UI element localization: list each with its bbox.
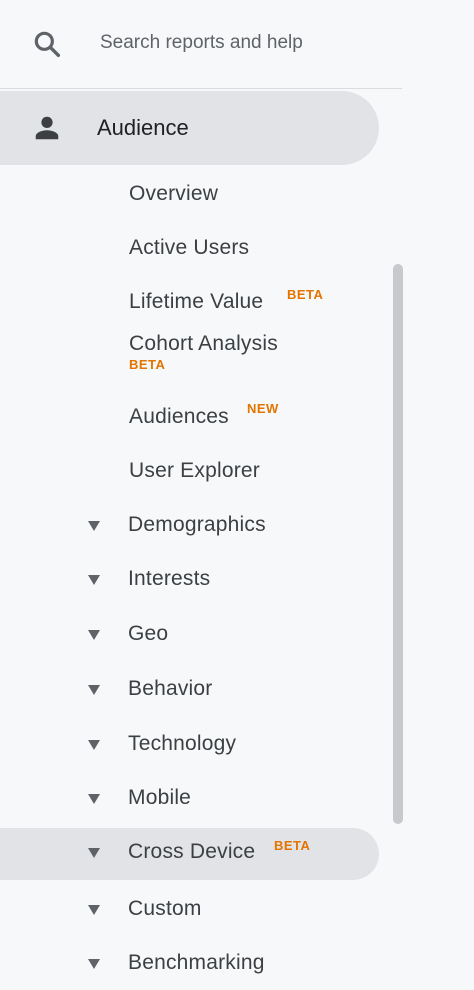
caret-down-icon bbox=[88, 685, 100, 695]
beta-badge: BETA bbox=[129, 357, 166, 372]
nav-group-label: Demographics bbox=[128, 513, 266, 536]
nav-group-custom[interactable]: Custom bbox=[0, 885, 379, 937]
search-icon[interactable] bbox=[31, 28, 63, 60]
nav-group-geo[interactable]: Geo bbox=[0, 610, 379, 662]
caret-down-icon bbox=[88, 740, 100, 750]
nav-item-audiences[interactable]: Audiences bbox=[129, 405, 229, 429]
caret-down-icon bbox=[88, 794, 100, 804]
nav-group-mobile[interactable]: Mobile bbox=[0, 774, 379, 826]
nav-group-label: Cross Device bbox=[128, 840, 256, 863]
nav-item-label: Audiences bbox=[129, 405, 229, 428]
nav-item-label: User Explorer bbox=[129, 459, 260, 482]
beta-badge: BETA bbox=[274, 838, 311, 853]
caret-down-icon bbox=[88, 575, 100, 585]
person-icon bbox=[35, 116, 59, 140]
nav-item-label: Lifetime Value bbox=[129, 290, 264, 313]
nav-group-benchmarking[interactable]: Benchmarking bbox=[0, 939, 379, 990]
nav-group-behavior[interactable]: Behavior bbox=[0, 665, 379, 717]
nav-panel: Audience Overview Active Users Lifetime … bbox=[0, 0, 474, 990]
nav-section-label: Audience bbox=[97, 115, 189, 140]
beta-badge: BETA bbox=[287, 287, 324, 302]
nav-item-user-explorer[interactable]: User Explorer bbox=[129, 459, 260, 483]
caret-down-icon bbox=[88, 848, 100, 858]
nav-item-cohort-analysis[interactable]: Cohort Analysis bbox=[129, 332, 278, 356]
nav-item-label: Active Users bbox=[129, 236, 250, 259]
nav-group-label: Benchmarking bbox=[128, 951, 265, 974]
nav-item-lifetime-value[interactable]: Lifetime Value bbox=[129, 290, 263, 314]
nav-group-label: Mobile bbox=[128, 786, 192, 809]
nav-group-demographics[interactable]: Demographics bbox=[0, 501, 379, 553]
search-input[interactable] bbox=[100, 26, 390, 60]
nav-group-interests[interactable]: Interests bbox=[0, 555, 379, 607]
nav-item-overview[interactable]: Overview bbox=[129, 182, 218, 206]
nav-item-active-users[interactable]: Active Users bbox=[129, 236, 249, 260]
caret-down-icon bbox=[88, 905, 100, 915]
nav-group-cross-device[interactable]: Cross Device BETA bbox=[0, 828, 379, 880]
nav-group-label: Interests bbox=[128, 567, 211, 590]
caret-down-icon bbox=[88, 959, 100, 969]
caret-down-icon bbox=[88, 630, 100, 640]
nav-item-label: Cohort Analysis bbox=[129, 332, 278, 355]
search-bar bbox=[0, 0, 402, 89]
nav-group-label: Custom bbox=[128, 897, 202, 920]
new-badge: NEW bbox=[247, 401, 279, 416]
nav-item-label: Overview bbox=[129, 182, 219, 205]
nav-section-audience[interactable]: Audience bbox=[0, 91, 379, 165]
nav-group-label: Behavior bbox=[128, 677, 213, 700]
caret-down-icon bbox=[88, 521, 100, 531]
nav-group-label: Geo bbox=[128, 622, 169, 645]
nav-group-technology[interactable]: Technology bbox=[0, 720, 379, 772]
scrollbar-thumb[interactable] bbox=[393, 264, 403, 824]
nav-group-label: Technology bbox=[128, 732, 237, 755]
